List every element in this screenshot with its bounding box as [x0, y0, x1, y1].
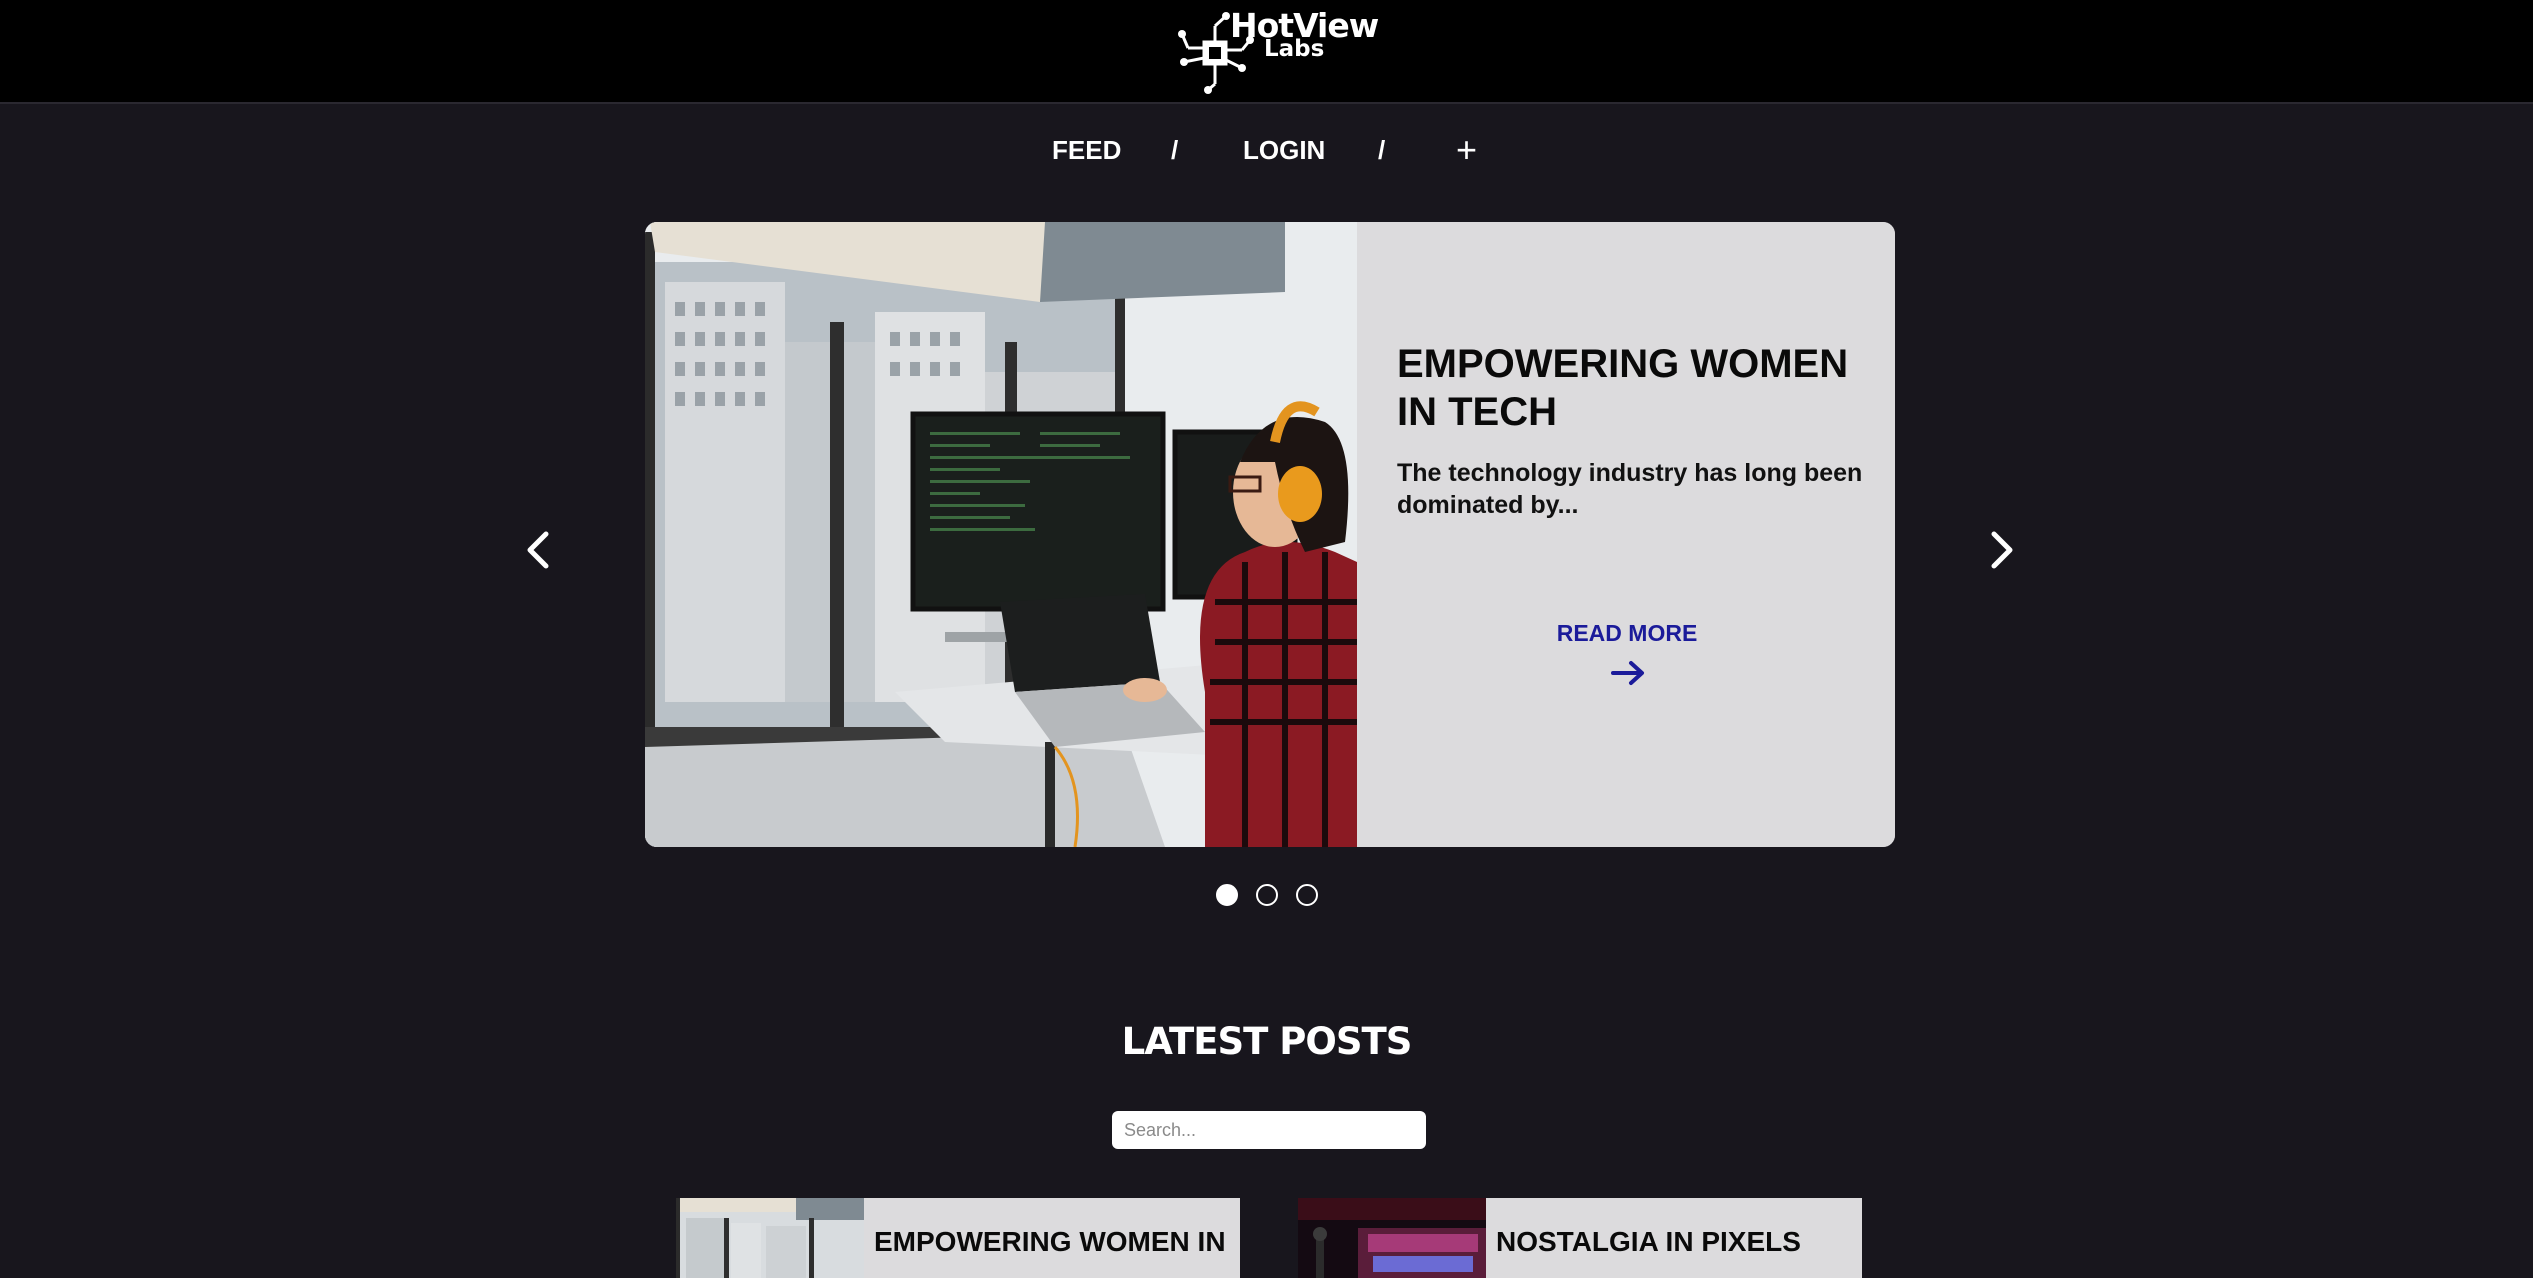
post-thumbnail-image — [1298, 1198, 1486, 1278]
read-more-link[interactable]: READ MORE — [1507, 620, 1747, 647]
post-thumbnail-image — [676, 1198, 864, 1278]
site-logo[interactable]: HotView Labs — [1176, 6, 1379, 96]
post-title: EMPOWERING WOMEN IN — [874, 1226, 1226, 1257]
post-card[interactable]: EMPOWERING WOMEN IN — [676, 1198, 1240, 1278]
post-thumbnail — [1298, 1198, 1486, 1278]
slide-image — [645, 222, 1357, 847]
nav-login-link[interactable]: LOGIN — [1243, 128, 1325, 172]
carousel-prev-button[interactable] — [518, 520, 558, 580]
woman-coding-photo — [645, 222, 1357, 847]
carousel-next-button[interactable] — [1982, 520, 2022, 580]
carousel-dot-3[interactable] — [1296, 884, 1318, 906]
nav-add-post-button[interactable]: + — [1456, 128, 1477, 172]
chevron-right-icon — [1991, 531, 2013, 569]
carousel-dot-1[interactable] — [1216, 884, 1238, 906]
logo-text-labs: Labs — [1264, 36, 1325, 62]
latest-posts-heading: LATEST POSTS — [1121, 1020, 1413, 1063]
search-input[interactable] — [1112, 1111, 1426, 1149]
read-more-arrow-button[interactable] — [1611, 660, 1645, 691]
nav-feed-link[interactable]: FEED — [1052, 128, 1121, 172]
carousel-dot-2[interactable] — [1256, 884, 1278, 906]
post-title: NOSTALGIA IN PIXELS — [1496, 1226, 1801, 1257]
main-nav: FEED / LOGIN / + — [0, 128, 2533, 172]
site-header: HotView Labs — [0, 0, 2533, 104]
post-thumbnail — [676, 1198, 864, 1278]
arrow-right-icon — [1611, 661, 1644, 685]
nav-separator: / — [1378, 135, 1386, 165]
featured-carousel: EMPOWERING WOMEN IN TECH The technology … — [645, 222, 1895, 847]
nav-separator: / — [1171, 135, 1179, 165]
post-card[interactable]: NOSTALGIA IN PIXELS — [1298, 1198, 1862, 1278]
chevron-left-icon — [527, 531, 549, 569]
slide-excerpt: The technology industry has long been do… — [1397, 459, 1863, 519]
slide-content: EMPOWERING WOMEN IN TECH The technology … — [1357, 222, 1895, 847]
slide-title[interactable]: EMPOWERING WOMEN IN TECH — [1397, 340, 1867, 436]
